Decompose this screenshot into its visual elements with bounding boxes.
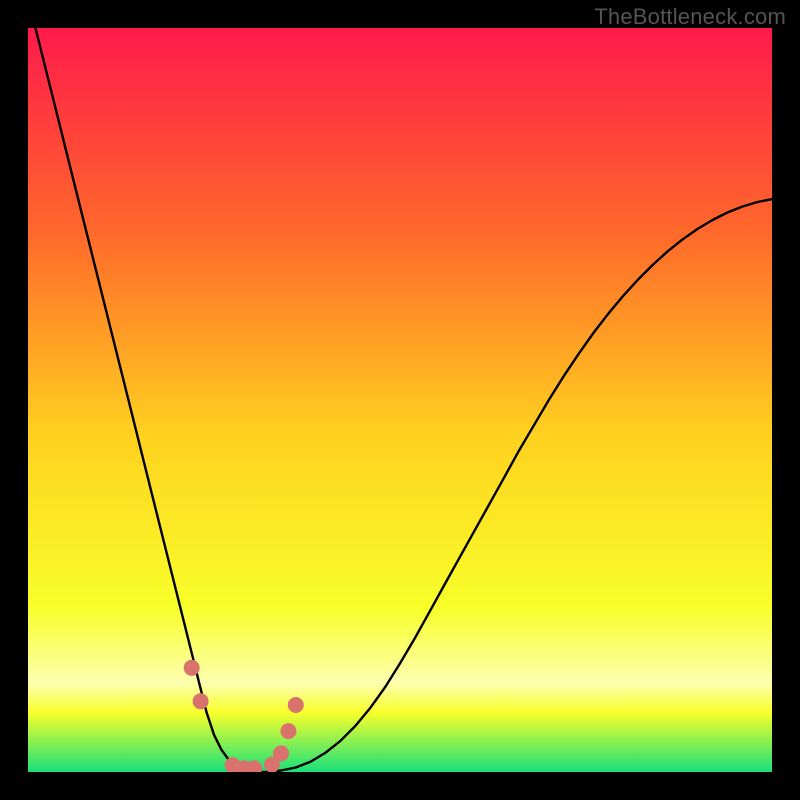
curve-marker xyxy=(288,697,304,713)
watermark-text: TheBottleneck.com xyxy=(594,4,786,30)
plot-svg xyxy=(28,28,772,772)
chart-stage: TheBottleneck.com xyxy=(0,0,800,800)
plot-area xyxy=(28,28,772,772)
curve-marker xyxy=(193,693,209,709)
curve-marker xyxy=(280,723,296,739)
curve-marker xyxy=(184,660,200,676)
curve-marker xyxy=(273,745,289,761)
gradient-background xyxy=(28,28,772,772)
